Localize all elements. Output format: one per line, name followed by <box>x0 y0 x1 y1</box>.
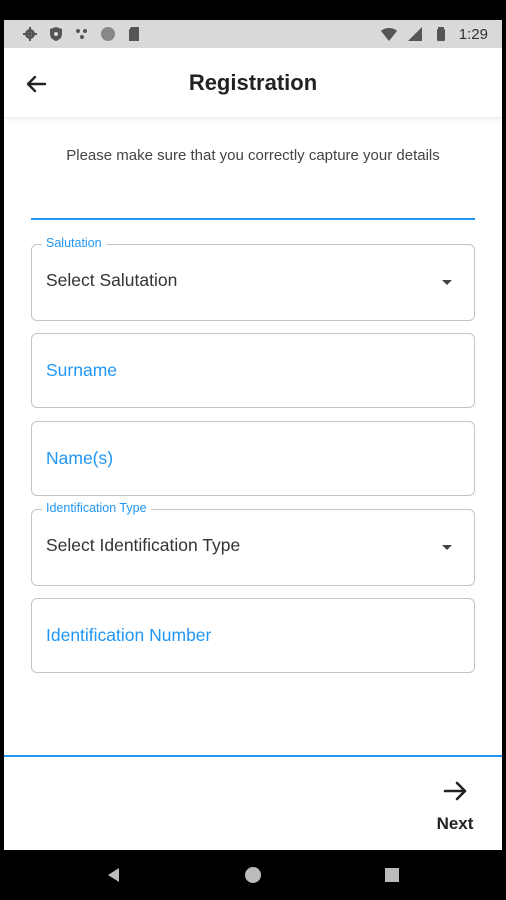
dots-icon <box>76 29 87 39</box>
sd-card-icon <box>129 27 139 41</box>
page-title: Registration <box>188 70 318 95</box>
system-nav-bar <box>4 850 502 900</box>
phone-frame: 1:29 Registration Please make sure that … <box>4 0 502 900</box>
circle-icon <box>101 27 115 41</box>
identification-type-label: Identification Type <box>42 501 151 515</box>
nav-home-button[interactable] <box>243 865 263 885</box>
identification-number-field[interactable]: Identification Number <box>31 598 475 673</box>
shield-icon <box>50 27 62 41</box>
names-placeholder: Name(s) <box>46 448 114 468</box>
status-bar-left-icons <box>22 26 142 42</box>
salutation-select[interactable]: Salutation Select Salutation <box>31 236 475 321</box>
salutation-value: Select Salutation <box>46 270 178 290</box>
footer-divider <box>4 755 502 757</box>
app-bar: Registration <box>4 48 502 118</box>
identification-type-select[interactable]: Identification Type Select Identificatio… <box>31 501 475 586</box>
back-triangle-icon <box>108 868 119 882</box>
next-label: Next <box>436 814 474 833</box>
chevron-down-icon <box>442 545 452 550</box>
surname-field[interactable]: Surname <box>31 333 475 408</box>
intro-text: Please make sure that you correctly capt… <box>66 147 440 164</box>
chevron-down-icon <box>442 280 452 285</box>
next-button[interactable]: Next <box>428 778 482 848</box>
surname-placeholder: Surname <box>46 360 118 380</box>
status-bar: 1:29 <box>4 20 502 48</box>
names-field[interactable]: Name(s) <box>31 421 475 496</box>
arrow-right-icon <box>443 781 467 801</box>
battery-icon <box>436 27 445 41</box>
app-screen: 1:29 Registration Please make sure that … <box>4 20 502 850</box>
recents-square-icon <box>385 868 399 882</box>
wifi-icon <box>380 28 397 41</box>
nav-back-button[interactable] <box>104 865 124 885</box>
salutation-label: Salutation <box>42 236 106 250</box>
intro-divider <box>31 218 475 220</box>
status-bar-time: 1:29 <box>458 25 488 43</box>
gear-icon <box>23 27 37 41</box>
identification-type-value: Select Identification Type <box>46 535 241 555</box>
status-bar-right-icons: 1:29 <box>380 25 488 43</box>
identification-number-placeholder: Identification Number <box>46 625 212 645</box>
home-circle-icon <box>245 867 261 883</box>
nav-recents-button[interactable] <box>382 865 402 885</box>
cell-signal-icon <box>407 27 422 41</box>
